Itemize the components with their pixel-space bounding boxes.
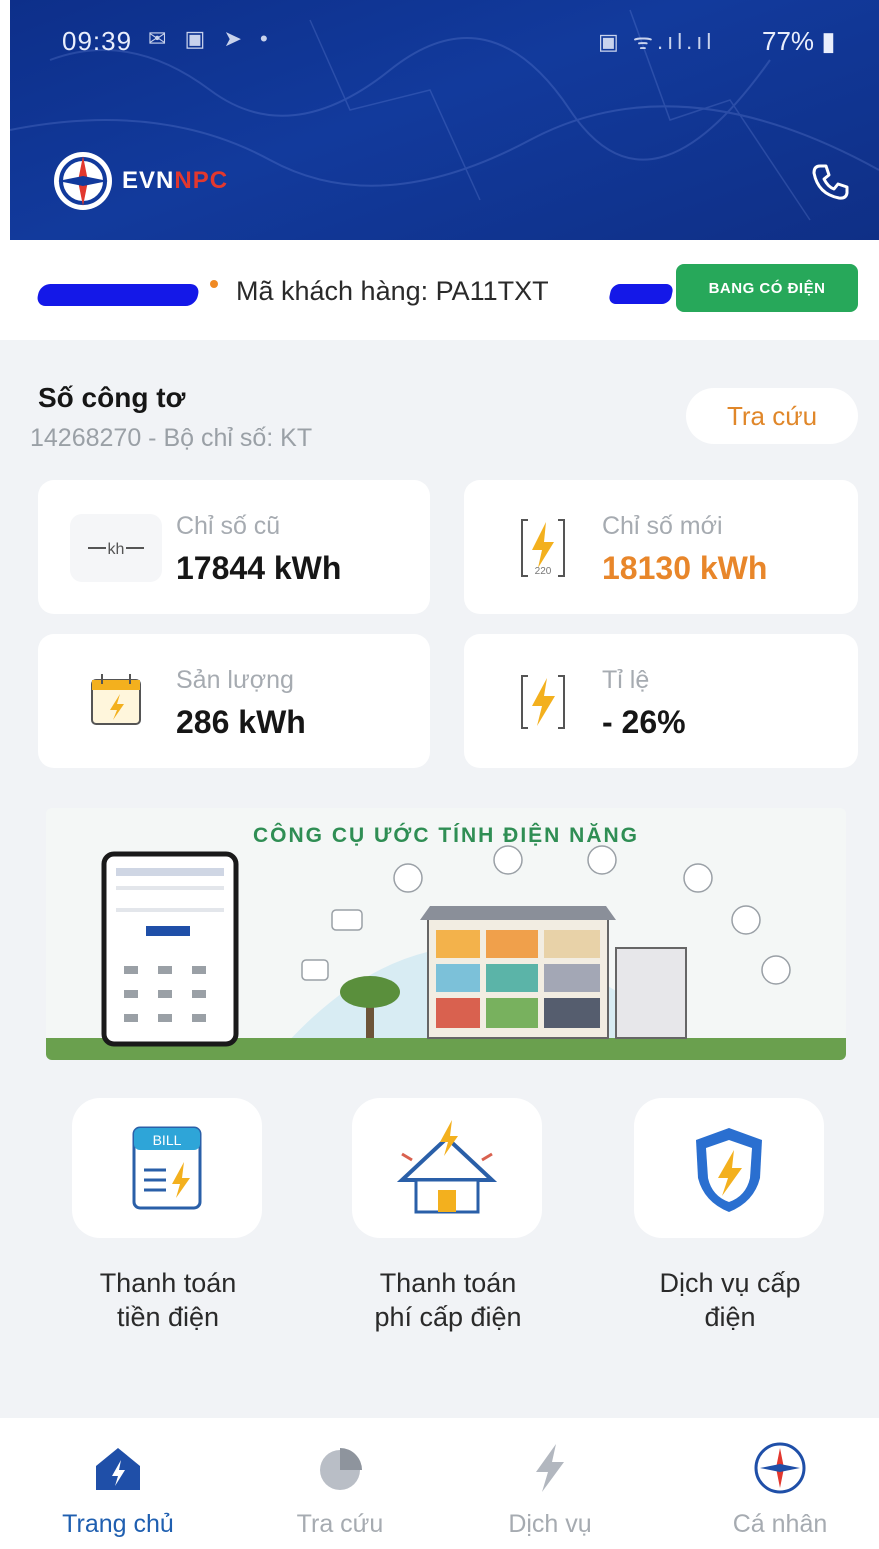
- house-power-icon: [396, 1120, 498, 1214]
- ratio-label: Tỉ lệ: [602, 666, 650, 694]
- nav-lookup-label: Tra cứu: [296, 1510, 384, 1538]
- evn-logo-icon: [54, 152, 112, 210]
- bill-icon: BILL: [132, 1126, 202, 1210]
- logo-text-main: EVN: [122, 167, 175, 194]
- nav-home-label: Trang chủ: [62, 1510, 174, 1538]
- service-label-connection-fee: Thanh toán phí cấp điện: [328, 1266, 568, 1334]
- notification-icons: ✉ ▣ ➤ •: [148, 26, 274, 51]
- nav-services-label: Dịch vụ: [508, 1510, 592, 1538]
- lookup-button[interactable]: Tra cứu: [686, 388, 858, 444]
- calendar-bolt-icon: [91, 674, 141, 725]
- service-tile-supply[interactable]: [634, 1098, 824, 1238]
- phone-icon[interactable]: [806, 158, 854, 206]
- service-label-line: Thanh toán: [379, 1268, 517, 1298]
- battery-percent: 77%: [762, 26, 815, 56]
- service-label-line: tiền điện: [116, 1302, 220, 1332]
- service-tile-connection-fee[interactable]: [352, 1098, 542, 1238]
- logo-text-accent: NPC: [174, 167, 229, 194]
- old-reading-value: 17844 kWh: [176, 550, 342, 586]
- ratio-value: - 26%: [602, 704, 686, 740]
- signal-icons: ▣ ᯤ.ıl.ıl: [598, 29, 716, 54]
- consumption-label: Sản lượng: [176, 666, 294, 694]
- service-label-pay-bill: Thanh toán tiền điện: [48, 1266, 288, 1334]
- meter-subtitle: 14268270 - Bộ chỉ số: KT: [30, 424, 313, 452]
- home-icon: [96, 1448, 140, 1490]
- card-ratio: Tỉ lệ - 26%: [464, 634, 858, 768]
- card-consumption: Sản lượng 286 kWh: [38, 634, 430, 768]
- house-illustration: [46, 845, 846, 1060]
- svg-text:BILL: BILL: [153, 1132, 182, 1148]
- status-bar: 09:39 ✉ ▣ ➤ • ▣ ᯤ.ıl.ıl 77% ▮: [10, 0, 879, 80]
- service-label-line: phí cấp điện: [374, 1302, 522, 1332]
- power-schedule-button[interactable]: BANG CÓ ĐIỆN: [676, 264, 858, 312]
- service-label-line: điện: [704, 1302, 756, 1332]
- service-tile-pay-bill[interactable]: BILL: [72, 1098, 262, 1238]
- customer-code: Mã khách hàng: PA11TXT: [236, 276, 549, 306]
- new-reading-bolt-icon: 220: [521, 519, 565, 577]
- meter-title: Số công tơ: [38, 382, 186, 413]
- status-time: 09:39: [62, 26, 133, 56]
- consumption-value: 286 kWh: [176, 704, 306, 740]
- separator-dot: [210, 280, 218, 288]
- nav-profile-label: Cá nhân: [732, 1510, 828, 1538]
- evn-logo-icon: [754, 1442, 806, 1494]
- old-reading-label: Chỉ số cũ: [176, 512, 281, 540]
- nav-lookup[interactable]: Tra cứu: [250, 1440, 430, 1545]
- svg-text:220: 220: [535, 566, 552, 577]
- battery-level: 77% ▮: [762, 26, 836, 56]
- energy-estimator-banner[interactable]: CÔNG CỤ ƯỚC TÍNH ĐIỆN NĂNG: [46, 808, 846, 1060]
- shield-bolt-icon: [696, 1128, 762, 1212]
- card-old-reading: kh Chỉ số cũ 17844 kWh: [38, 480, 430, 614]
- nav-services[interactable]: Dịch vụ: [460, 1440, 640, 1545]
- logo-text: EVNNPC: [122, 167, 228, 195]
- evn-logo: EVNNPC: [52, 150, 228, 212]
- service-label-line: Dịch vụ cấp: [659, 1268, 801, 1298]
- meter-icon: kh: [70, 514, 162, 582]
- service-label-supply: Dịch vụ cấp điện: [610, 1266, 850, 1334]
- bolt-icon: [536, 1444, 564, 1492]
- redacted-customer-name: [35, 284, 201, 306]
- card-new-reading: 220 Chỉ số mới 18130 kWh: [464, 480, 858, 614]
- nav-home[interactable]: Trang chủ: [28, 1440, 208, 1545]
- app-header: 09:39 ✉ ▣ ➤ • ▣ ᯤ.ıl.ıl 77% ▮ EVNNPC: [10, 0, 879, 240]
- redacted-customer-code: [607, 284, 675, 304]
- ratio-bolt-icon: [521, 675, 565, 729]
- pie-chart-icon: [320, 1448, 362, 1490]
- new-reading-label: Chỉ số mới: [602, 512, 723, 540]
- nav-profile[interactable]: Cá nhân: [690, 1440, 870, 1545]
- service-label-line: Thanh toán: [99, 1268, 237, 1298]
- new-reading-value: 18130 kWh: [602, 550, 768, 586]
- svg-text:kh: kh: [108, 541, 125, 558]
